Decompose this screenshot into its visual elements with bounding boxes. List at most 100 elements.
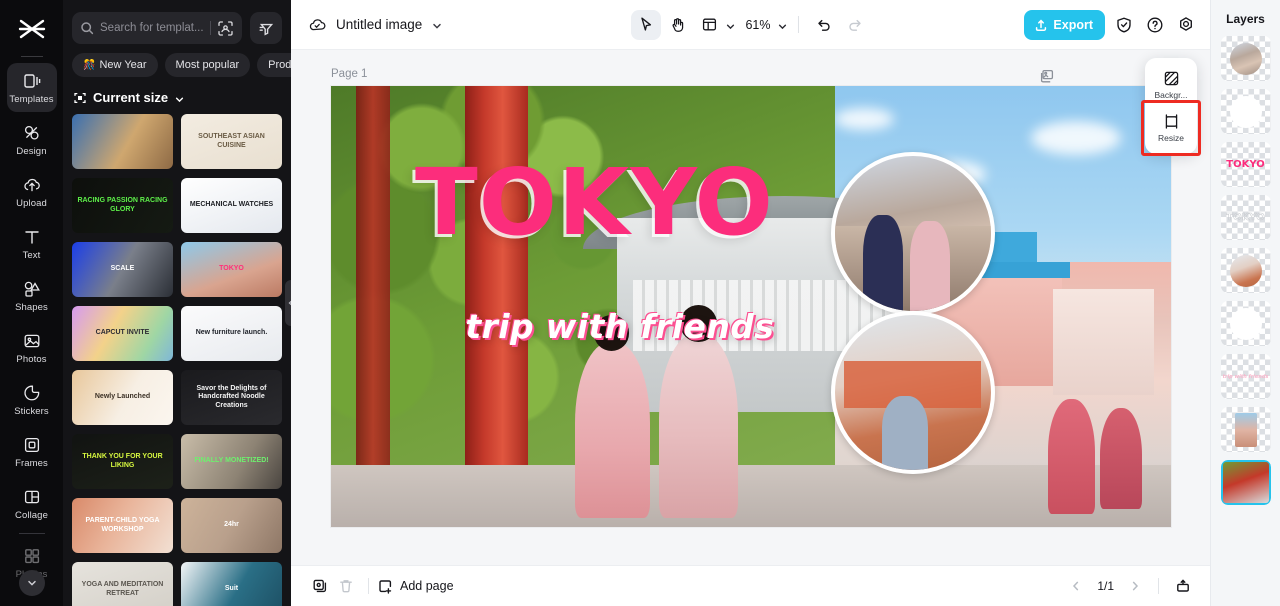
sidebar-item-design[interactable]: Design xyxy=(7,115,57,164)
design-title[interactable]: TOKYO xyxy=(415,157,1137,249)
resize-label: Resize xyxy=(1158,132,1184,143)
layer-item[interactable]: trip with friends xyxy=(1220,354,1271,399)
template-card[interactable]: TOKYO xyxy=(181,242,282,297)
undo-button[interactable] xyxy=(809,10,839,40)
delete-page-button[interactable] xyxy=(333,573,359,599)
search-input[interactable]: Search for templat... xyxy=(72,12,242,44)
sidebar-item-shapes[interactable]: Shapes xyxy=(7,271,57,320)
resize-button[interactable]: Resize xyxy=(1148,106,1194,149)
chip-most-popular[interactable]: Most popular xyxy=(164,53,251,77)
sidebar-item-label: Design xyxy=(16,145,47,157)
sidebar-item-stickers[interactable]: Stickers xyxy=(7,375,57,424)
design-subtitle[interactable]: trip with friends xyxy=(465,307,774,346)
capcut-logo-icon[interactable] xyxy=(0,6,63,52)
template-card[interactable]: PARENT-CHILD YOGA WORKSHOP xyxy=(72,498,173,553)
template-card[interactable]: FINALLY MONETIZED! xyxy=(181,434,282,489)
circle-photo-person-navy xyxy=(862,215,904,312)
template-card[interactable]: THANK YOU FOR YOUR LIKING xyxy=(72,434,173,489)
chevron-down-icon xyxy=(174,92,185,103)
redo-button[interactable] xyxy=(841,10,871,40)
template-card-title: THANK YOU FOR YOUR LIKING xyxy=(82,453,163,469)
layer-item[interactable] xyxy=(1220,89,1271,134)
next-page-button[interactable] xyxy=(1123,574,1147,598)
duplicate-page-button[interactable] xyxy=(307,573,333,599)
image-icon[interactable] xyxy=(1039,68,1055,84)
layer-item[interactable]: TOKYO xyxy=(1220,142,1271,187)
canvas-area[interactable]: Page 1 TOKYO trip with friends Backgr...… xyxy=(291,50,1210,565)
chip-product[interactable]: Prod xyxy=(257,53,291,77)
hand-tool-button[interactable] xyxy=(662,10,692,40)
sidebar-item-upload[interactable]: Upload xyxy=(7,167,57,216)
shield-check-icon[interactable] xyxy=(1112,13,1136,37)
zoom-level[interactable]: 61% xyxy=(745,18,770,32)
document-title[interactable]: Untitled image xyxy=(336,17,422,32)
sidebar-item-label: Frames xyxy=(15,457,48,469)
template-card-title: SOUTHEAST ASIAN CUISINE xyxy=(198,133,265,149)
trip-with-friends-text: trip with friends xyxy=(1222,373,1269,380)
search-placeholder: Search for templat... xyxy=(100,22,204,34)
layer-item[interactable] xyxy=(1220,301,1271,346)
present-button[interactable] xyxy=(1170,573,1196,599)
layer-item[interactable]: TOKYO xyxy=(1220,195,1271,240)
layer-item[interactable] xyxy=(1220,407,1271,452)
circle-photo-person-pink xyxy=(909,221,951,312)
background-icon xyxy=(1163,70,1180,87)
photo-person-street xyxy=(1048,399,1096,514)
current-size-label: Current size xyxy=(93,90,169,105)
add-page-button[interactable]: Add page xyxy=(378,579,454,594)
prev-page-button[interactable] xyxy=(1064,574,1088,598)
template-card[interactable] xyxy=(72,114,173,169)
image-search-icon[interactable] xyxy=(217,20,234,37)
sidebar-item-frames[interactable]: Frames xyxy=(7,427,57,476)
sidebar-item-label: Templates xyxy=(9,93,54,105)
template-card[interactable]: Newly Launched xyxy=(72,370,173,425)
panel-collapse-handle[interactable] xyxy=(285,280,291,326)
sidebar-item-collage[interactable]: Collage xyxy=(7,479,57,528)
layers-panel: Layers TOKYO TOKYO trip with friends xyxy=(1210,0,1280,606)
settings-gear-icon[interactable] xyxy=(1174,13,1198,37)
template-card[interactable]: New furniture launch. xyxy=(181,306,282,361)
template-card[interactable]: 24hr xyxy=(181,498,282,553)
template-card[interactable]: MECHANICAL WATCHES xyxy=(181,178,282,233)
design-photo-circle-top[interactable] xyxy=(830,152,995,316)
layer-item[interactable] xyxy=(1220,248,1271,293)
filter-button[interactable] xyxy=(250,12,282,44)
page-nav: 1/1 xyxy=(1064,573,1196,599)
export-label: Export xyxy=(1053,17,1093,32)
layer-item[interactable] xyxy=(1220,460,1271,505)
templates-panel: Search for templat... 🎊 New Year Most po… xyxy=(63,0,291,606)
layer-item[interactable] xyxy=(1220,36,1271,81)
layout-tool-button[interactable] xyxy=(694,10,724,40)
rail-expand-button[interactable] xyxy=(18,570,45,596)
rail-divider-2 xyxy=(18,533,45,534)
sidebar-item-templates[interactable]: Templates xyxy=(6,63,57,112)
template-card[interactable]: Suit xyxy=(181,562,282,606)
redo-icon xyxy=(849,19,861,31)
sidebar-item-text[interactable]: Text xyxy=(7,219,57,268)
current-size-dropdown[interactable]: Current size xyxy=(63,77,291,114)
chevron-down-icon[interactable] xyxy=(431,19,443,31)
template-card[interactable]: Savor the Delights of Handcrafted Noodle… xyxy=(181,370,282,425)
template-card[interactable]: SCALE xyxy=(72,242,173,297)
template-card-title: Newly Launched xyxy=(94,393,151,401)
template-card-title: PARENT-CHILD YOGA WORKSHOP xyxy=(85,517,160,533)
design-photo-circle-bottom[interactable] xyxy=(830,310,995,475)
chip-new-year[interactable]: 🎊 New Year xyxy=(72,53,158,77)
template-card[interactable]: YOGA AND MEDITATION RETREAT xyxy=(72,562,173,606)
party-emoji-icon: 🎊 xyxy=(83,59,96,71)
sidebar-item-photos[interactable]: Photos xyxy=(7,323,57,372)
help-circle-icon[interactable] xyxy=(1143,13,1167,37)
background-button[interactable]: Backgr... xyxy=(1148,63,1194,106)
frames-icon xyxy=(21,435,42,456)
layout-chevron-icon[interactable] xyxy=(724,19,735,30)
template-card[interactable]: RACING PASSION RACING GLORY xyxy=(72,178,173,233)
export-button[interactable]: Export xyxy=(1024,9,1105,40)
select-tool-button[interactable] xyxy=(630,9,661,40)
zoom-chevron-icon[interactable] xyxy=(777,19,788,30)
template-card[interactable]: CAPCUT INVITE xyxy=(72,306,173,361)
sidebar-item-label: Text xyxy=(22,249,41,261)
template-card[interactable]: SOUTHEAST ASIAN CUISINE xyxy=(181,114,282,169)
template-card-title xyxy=(72,114,173,169)
template-card-title: FINALLY MONETIZED! xyxy=(194,457,269,465)
artboard[interactable]: TOKYO trip with friends xyxy=(331,86,1171,527)
